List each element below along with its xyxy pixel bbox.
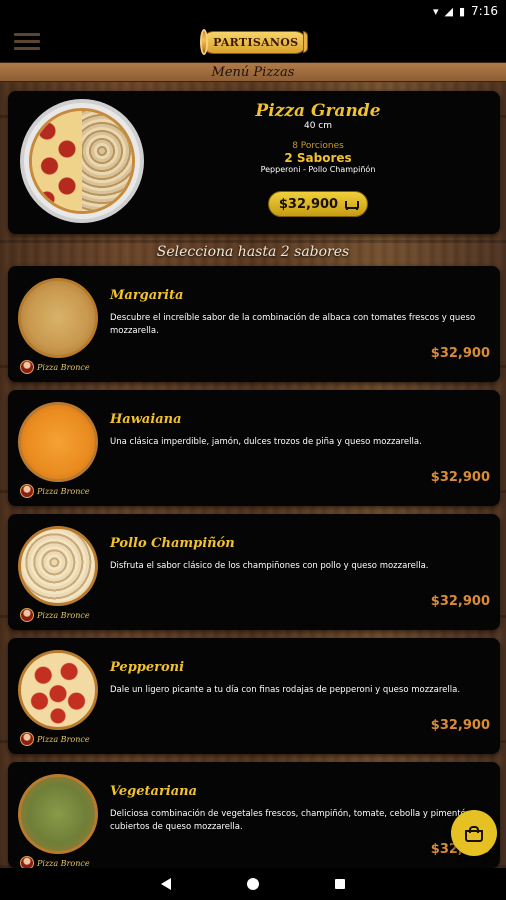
- bronze-badge: Pizza Bronce: [20, 360, 90, 374]
- cart-icon: [344, 199, 360, 210]
- bronze-badge: Pizza Bronce: [20, 484, 90, 498]
- section-title: Menú Pizzas: [0, 62, 506, 82]
- product-price: $32,900: [430, 346, 490, 361]
- flavor-count: 2 Sabores: [284, 151, 352, 165]
- bronze-badge: Pizza Bronce: [20, 856, 90, 868]
- chef-icon: [20, 484, 34, 498]
- app-bar: PARTISANOS: [0, 22, 506, 64]
- pizza-portions: 8 Porciones: [292, 141, 344, 151]
- hawaiana-pizza-image: [18, 402, 98, 482]
- product-price: $32,900: [430, 594, 490, 609]
- badge-label: Pizza Bronce: [37, 734, 90, 744]
- app-logo: PARTISANOS: [200, 26, 308, 58]
- bronze-badge: Pizza Bronce: [20, 608, 90, 622]
- product-price: $32,900: [430, 470, 490, 485]
- badge-label: Pizza Bronce: [37, 362, 90, 372]
- vegetariana-pizza-image: [18, 774, 98, 854]
- product-price: $32,900: [430, 718, 490, 733]
- select-flavors-title: Selecciona hasta 2 sabores: [156, 244, 350, 260]
- pizza-size-title: Pizza Grande: [255, 101, 381, 121]
- product-name: Pepperoni: [110, 660, 185, 675]
- product-name: Margarita: [110, 288, 184, 303]
- product-card-vegetariana[interactable]: Pizza Bronce Vegetariana Deliciosa combi…: [8, 762, 500, 868]
- margarita-pizza-image: [18, 278, 98, 358]
- logo-text: PARTISANOS: [202, 30, 308, 54]
- pollo-champinon-pizza-image: [18, 526, 98, 606]
- product-card-pollo-champinon[interactable]: Pizza Bronce Pollo Champiñón Disfruta el…: [8, 514, 500, 630]
- chef-icon: [20, 608, 34, 622]
- basket-icon: [465, 826, 483, 842]
- home-icon[interactable]: [247, 878, 259, 890]
- product-description: Descubre el increíble sabor de la combin…: [110, 313, 476, 336]
- add-to-cart-button[interactable]: $32,900: [268, 191, 368, 217]
- cart-fab-button[interactable]: [451, 810, 497, 856]
- selected-flavors: Pepperoni - Pollo Champiñón: [260, 165, 376, 174]
- badge-label: Pizza Bronce: [37, 610, 90, 620]
- product-name: Hawaiana: [110, 412, 182, 427]
- product-name: Vegetariana: [110, 784, 198, 799]
- product-card-margarita[interactable]: Pizza Bronce Margarita Descubre el incre…: [8, 266, 500, 382]
- product-description: Dale un ligero picante a tu día con fina…: [110, 685, 461, 695]
- half-half-pizza-image: [20, 99, 144, 223]
- pepperoni-pizza-image: [18, 650, 98, 730]
- wifi-icon: ▾: [432, 4, 439, 18]
- signal-icon: ◢: [444, 4, 453, 18]
- bronze-badge: Pizza Bronce: [20, 732, 90, 746]
- chef-icon: [20, 856, 34, 868]
- badge-label: Pizza Bronce: [37, 858, 90, 868]
- badge-label: Pizza Bronce: [37, 486, 90, 496]
- system-nav-bar: [0, 868, 506, 900]
- logo-end-shape: [303, 31, 308, 53]
- chef-icon: [20, 360, 34, 374]
- status-bar: ▾ ◢ ▮ 7:16: [0, 0, 506, 22]
- back-icon[interactable]: [161, 878, 171, 890]
- recent-apps-icon[interactable]: [335, 879, 345, 889]
- product-name: Pollo Champiñón: [110, 536, 235, 551]
- battery-icon: ▮: [458, 4, 466, 18]
- product-card-pepperoni[interactable]: Pizza Bronce Pepperoni Dale un ligero pi…: [8, 638, 500, 754]
- product-description: Una clásica imperdible, jamón, dulces tr…: [110, 437, 422, 447]
- chef-icon: [20, 732, 34, 746]
- pizza-summary-card: Pizza Grande 40 cm 8 Porciones 2 Sabores…: [8, 91, 500, 234]
- product-card-hawaiana[interactable]: Pizza Bronce Hawaiana Una clásica imperd…: [8, 390, 500, 506]
- pepperoni-half: [32, 111, 82, 211]
- product-description: Disfruta el sabor clásico de los champiñ…: [110, 561, 429, 571]
- pizza-diameter: 40 cm: [303, 121, 333, 131]
- hamburger-menu-icon[interactable]: [14, 30, 40, 54]
- status-time: 7:16: [471, 4, 498, 18]
- price-label: $32,900: [278, 196, 339, 212]
- pizza-logo-icon: [200, 29, 209, 55]
- product-description: Deliciosa combinación de vegetales fresc…: [110, 809, 472, 832]
- pollo-champinon-half: [82, 111, 132, 211]
